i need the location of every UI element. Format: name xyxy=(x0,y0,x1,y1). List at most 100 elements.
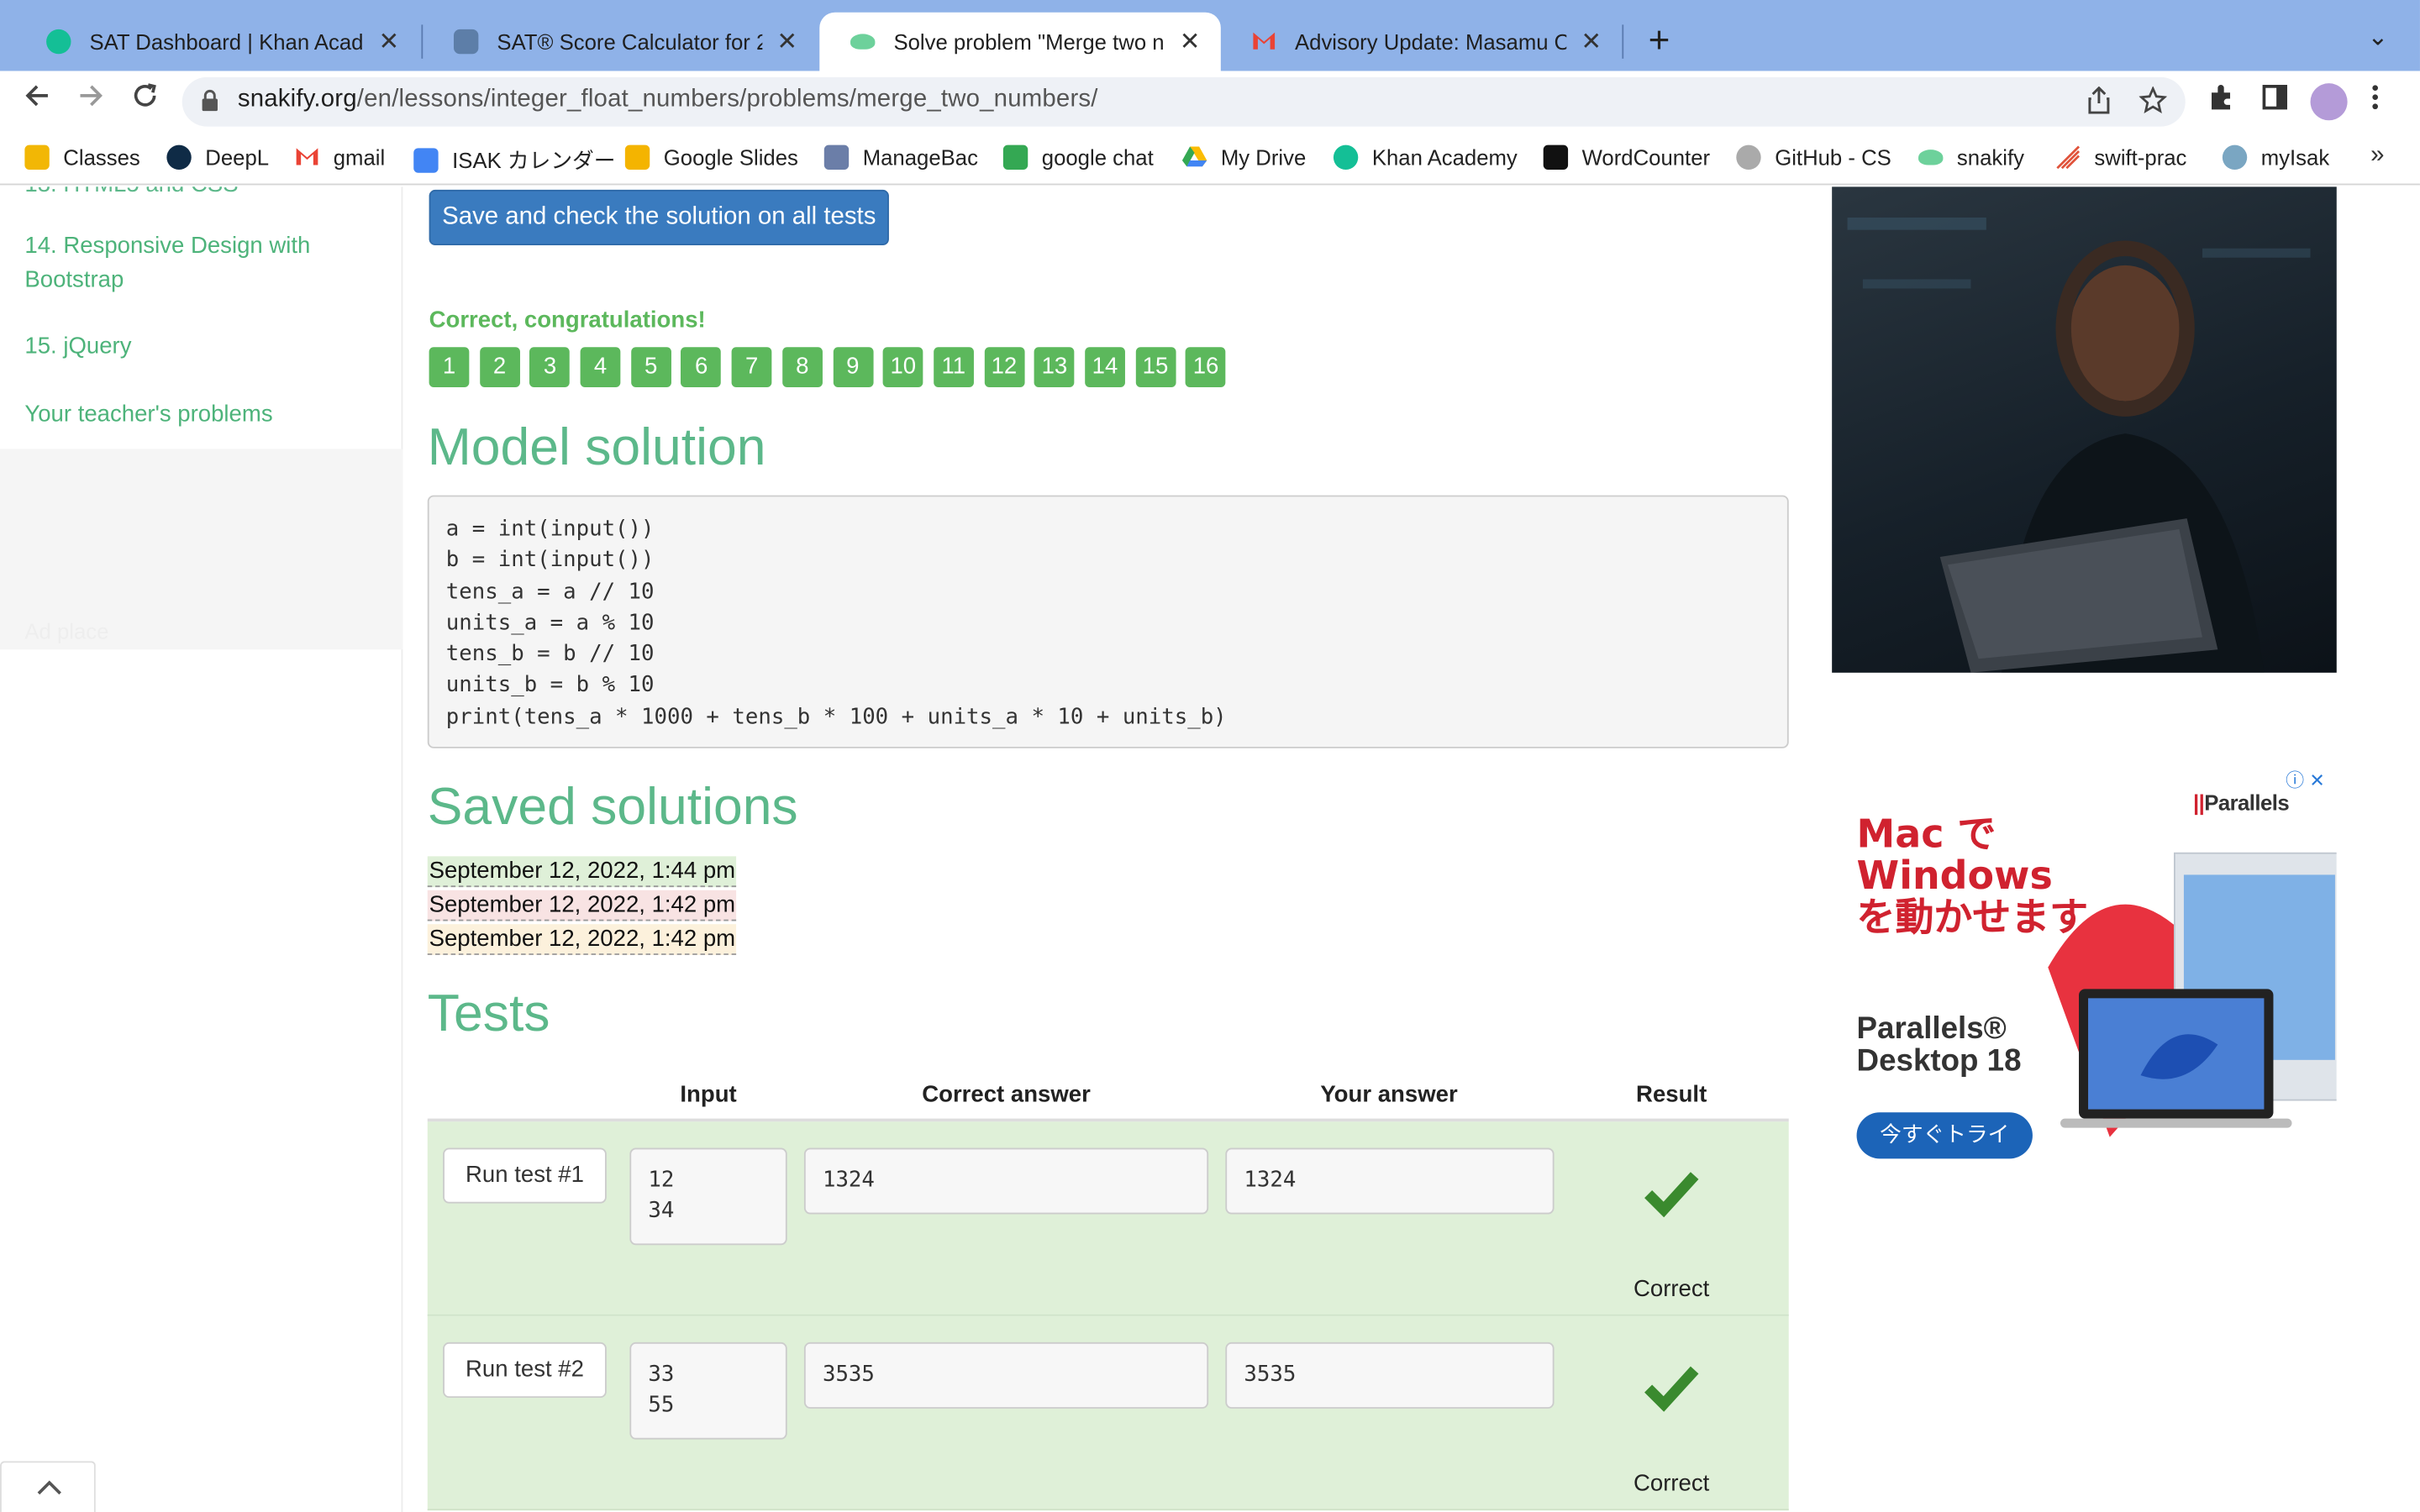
your-answer: 3535 xyxy=(1225,1341,1555,1409)
profile-avatar[interactable] xyxy=(2310,83,2348,121)
parallels-logo: ||Parallels xyxy=(2192,790,2290,815)
close-icon[interactable]: ✕ xyxy=(775,26,799,57)
khan-academy-icon xyxy=(46,29,71,55)
close-icon[interactable]: ✕ xyxy=(1177,26,1202,57)
bookmark-google-slides[interactable]: Google Slides xyxy=(624,144,798,171)
bookmark-my-drive[interactable]: My Drive xyxy=(1181,144,1307,171)
bookmark-khan-academy[interactable]: Khan Academy xyxy=(1333,144,1518,171)
test-badge[interactable]: 13 xyxy=(1034,347,1075,388)
test-badge[interactable]: 8 xyxy=(781,347,823,388)
save-and-check-button[interactable]: Save and check the solution on all tests xyxy=(429,189,889,246)
test-badge[interactable]: 9 xyxy=(832,347,873,388)
bookmark-label: ISAK カレンダー xyxy=(452,148,616,173)
test-badge[interactable]: 5 xyxy=(630,347,671,388)
table-row: Run test #2 33 55 3535 3535 Correct xyxy=(427,1315,1789,1511)
ad-info-close-icon[interactable]: ⓘ ✕ xyxy=(2286,767,2325,793)
parallels-logo-text: Parallels xyxy=(2204,790,2290,815)
bookmark-deepl[interactable]: DeepL xyxy=(166,144,269,171)
bookmark-managebac[interactable]: ManageBac xyxy=(823,144,978,171)
test-badge[interactable]: 6 xyxy=(681,347,722,388)
tab-sat-dashboard[interactable]: SAT Dashboard | Khan Academ ✕ xyxy=(15,13,419,71)
bookmark-classes[interactable]: Classes xyxy=(24,144,140,171)
sidebar-item-html5-css[interactable]: 13. HTML5 and CSS xyxy=(24,186,238,197)
share-icon[interactable] xyxy=(2086,86,2111,122)
saved-solutions-heading: Saved solutions xyxy=(427,777,798,837)
column-header-result: Result xyxy=(1636,1081,1707,1108)
bookmark-label: My Drive xyxy=(1220,144,1307,171)
test-badge[interactable]: 14 xyxy=(1085,347,1125,388)
bookmark-wordcounter[interactable]: WordCounter xyxy=(1543,144,1711,171)
run-test-button[interactable]: Run test #1 xyxy=(443,1147,607,1204)
test-badge[interactable]: 3 xyxy=(529,347,571,388)
table-row: Run test #1 12 34 1324 1324 Correct xyxy=(427,1121,1789,1316)
ad-devices-illustration xyxy=(2048,852,2337,1137)
saved-solution-link[interactable]: September 12, 2022, 1:42 pm xyxy=(427,890,737,921)
column-header-your-answer: Your answer xyxy=(1320,1081,1458,1108)
scroll-to-top-button[interactable] xyxy=(0,1461,96,1512)
parallels-ad[interactable]: ⓘ ✕ ||Parallels Mac で Windows を動かせます Par… xyxy=(1832,766,2337,1191)
saved-solution-link[interactable]: September 12, 2022, 1:42 pm xyxy=(427,924,737,955)
correct-answer: 3535 xyxy=(803,1341,1209,1409)
right-ad-column: ⓘ ✕ ||Parallels Mac で Windows を動かせます Par… xyxy=(1832,186,2337,1512)
model-solution-heading: Model solution xyxy=(427,417,766,477)
tab-snakify-active[interactable]: Solve problem "Merge two num ✕ xyxy=(819,12,1221,71)
bookmarks-bar: Classes DeepL gmail ISAK カレンダー Google Sl… xyxy=(0,132,2420,186)
test-badge[interactable]: 15 xyxy=(1135,347,1176,388)
saved-solution-link[interactable]: September 12, 2022, 1:44 pm xyxy=(427,856,737,888)
close-icon[interactable]: ✕ xyxy=(376,26,401,57)
gmail-icon xyxy=(295,145,319,170)
bookmark-isak-calendar[interactable]: ISAK カレンダー xyxy=(413,145,615,176)
drive-icon xyxy=(1181,145,1207,170)
chevron-up-icon xyxy=(37,1480,61,1495)
tab-divider xyxy=(1622,24,1624,59)
sidebar-item-jquery[interactable]: 15. jQuery xyxy=(24,330,131,364)
reload-icon[interactable] xyxy=(125,81,166,122)
url-path: /en/lessons/integer_float_numbers/proble… xyxy=(356,86,1098,113)
bookmark-gmail[interactable]: gmail xyxy=(295,145,385,170)
bookmark-myisak[interactable]: myIsak xyxy=(2222,144,2329,171)
browser-menu-icon[interactable] xyxy=(2370,83,2380,118)
forward-arrow-icon[interactable] xyxy=(71,81,111,122)
column-header-correct-answer: Correct answer xyxy=(922,1081,1091,1108)
test-badge[interactable]: 4 xyxy=(580,347,621,388)
test-badge[interactable]: 1 xyxy=(429,347,470,388)
test-badge[interactable]: 12 xyxy=(984,347,1024,388)
bookmark-label: snakify xyxy=(1956,144,2024,171)
bookmark-github-cs[interactable]: GitHub - CS xyxy=(1736,144,1891,171)
tab-gmail-advisory[interactable]: Advisory Update: Masamu Osh ✕ xyxy=(1221,13,1623,71)
extensions-icon[interactable] xyxy=(2207,83,2234,118)
new-tab-button[interactable]: + xyxy=(1642,18,1676,65)
checkmark-icon xyxy=(1644,1366,1699,1412)
test-badge[interactable]: 11 xyxy=(933,347,974,388)
sidebar-item-teacher-problems[interactable]: Your teacher's problems xyxy=(24,398,272,432)
address-bar[interactable]: snakify.org/en/lessons/integer_float_num… xyxy=(182,76,2186,127)
bookmark-snakify[interactable]: snakify xyxy=(1918,145,2024,170)
test-badge[interactable]: 7 xyxy=(731,347,772,388)
test-badges: 1 2 3 4 5 6 7 8 9 10 11 12 13 14 15 16 xyxy=(429,347,1237,388)
test-badge[interactable]: 2 xyxy=(479,347,520,388)
bookmark-label: google chat xyxy=(1041,144,1154,171)
bookmark-swift-prac[interactable]: swift-prac xyxy=(2055,145,2186,170)
managebac-icon xyxy=(823,144,850,171)
tab-search-chevron-icon[interactable]: ⌄ xyxy=(2367,22,2388,53)
close-icon[interactable]: ✕ xyxy=(1579,26,1603,57)
run-test-button[interactable]: Run test #2 xyxy=(443,1341,607,1399)
tab-score-calculator[interactable]: SAT® Score Calculator for 2022 ✕ xyxy=(423,13,818,71)
test-input: 33 55 xyxy=(629,1341,787,1440)
model-solution-code: a = int(input()) b = int(input()) tens_a… xyxy=(427,495,1789,748)
bookmark-label: GitHub - CS xyxy=(1775,144,1891,171)
snakify-icon xyxy=(1918,150,1944,165)
bookmark-label: WordCounter xyxy=(1581,144,1711,171)
ad-try-now-button[interactable]: 今すぐトライ xyxy=(1856,1112,2033,1159)
bookmark-google-chat[interactable]: google chat xyxy=(1002,144,1154,171)
back-arrow-icon[interactable] xyxy=(17,81,57,122)
bookmark-star-icon[interactable] xyxy=(2139,86,2168,122)
bookmarks-overflow-icon[interactable]: » xyxy=(2370,142,2384,170)
test-badge[interactable]: 16 xyxy=(1186,347,1226,388)
classes-icon xyxy=(24,144,50,171)
test-badge[interactable]: 10 xyxy=(882,347,923,388)
side-panel-icon[interactable] xyxy=(2261,83,2289,118)
ad-photo-woman-laptop[interactable] xyxy=(1832,186,2337,673)
url-host: snakify.org xyxy=(237,86,357,113)
sidebar-item-bootstrap[interactable]: 14. Responsive Design with Bootstrap xyxy=(24,230,379,298)
